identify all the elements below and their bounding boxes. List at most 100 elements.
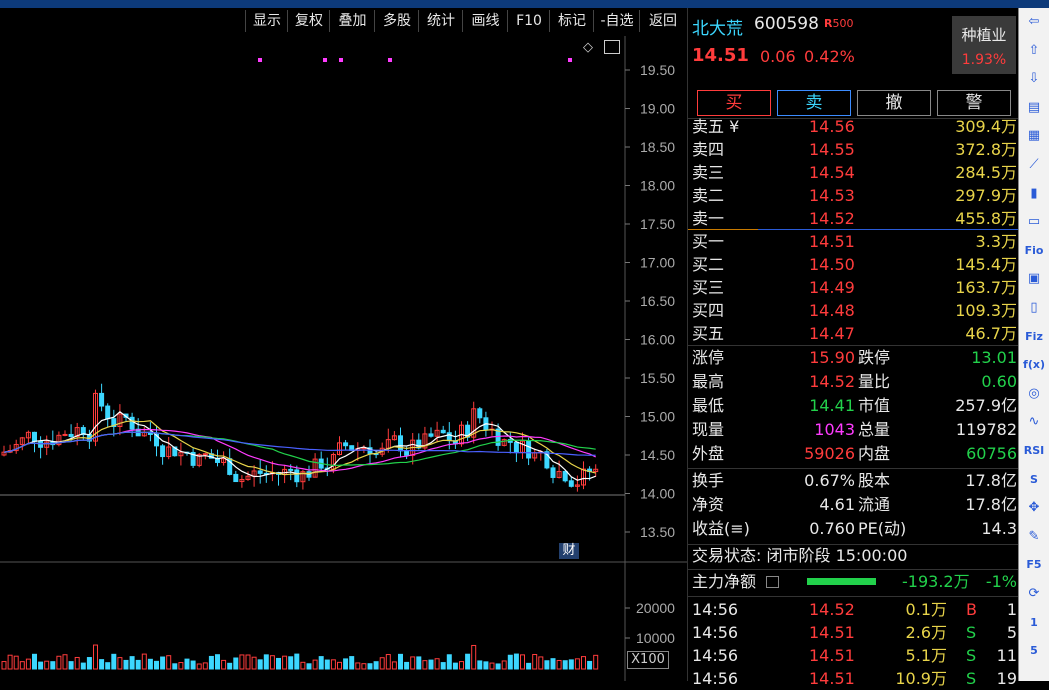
volume-bar <box>379 657 385 670</box>
menu-icon[interactable] <box>766 576 779 588</box>
orange-doc-icon[interactable]: ▯ <box>1023 298 1045 318</box>
stat-value: 14.41 <box>809 396 855 415</box>
fx-icon[interactable]: f(x) <box>1023 355 1045 375</box>
volume-bar <box>184 658 190 670</box>
finance-tag[interactable]: 财 <box>559 543 579 559</box>
arrow-left-icon[interactable]: ⇦ <box>1023 12 1045 32</box>
table-icon[interactable]: ▣ <box>1023 269 1045 289</box>
wave-icon[interactable]: ∿ <box>1023 412 1045 432</box>
volume-bar <box>562 660 568 670</box>
ask-price: 14.55 <box>809 140 855 159</box>
volume-bar <box>318 656 324 670</box>
stat-value: 119782 <box>955 420 1017 439</box>
ask-row[interactable]: 卖二 14.53 297.9万 <box>688 184 1019 207</box>
fundamental-row: 换手 0.67% 股本 17.8亿 <box>688 469 1019 492</box>
volume-bar <box>221 659 227 670</box>
ask-row[interactable]: 卖四 14.55 372.8万 <box>688 138 1019 161</box>
volume-bar <box>257 659 263 670</box>
volume-bar <box>532 654 538 670</box>
stat-label: 跌停 <box>858 348 891 367</box>
ask-row[interactable]: 卖一 14.52 455.8万 <box>688 207 1019 230</box>
volume-tick-label: 20000 <box>636 600 675 616</box>
tick-volume: 2.6万 <box>905 623 947 642</box>
ask-price: 14.53 <box>809 186 855 205</box>
volume-bar <box>282 655 288 670</box>
list-icon[interactable]: ▤ <box>1023 98 1045 118</box>
toolbar-f10-button[interactable]: F10 <box>507 10 550 32</box>
stock-code: 600598 <box>754 14 819 34</box>
volume-bar <box>129 656 135 670</box>
move-icon[interactable]: ✥ <box>1023 498 1045 518</box>
sector-box[interactable]: 种植业 1.93% <box>952 16 1016 74</box>
bid-label: 买二 <box>692 255 725 274</box>
bid-row[interactable]: 买二 14.50 145.4万 <box>688 253 1019 276</box>
bid-row[interactable]: 买三 14.49 163.7万 <box>688 276 1019 299</box>
arrow-down-icon[interactable]: ⇩ <box>1023 69 1045 89</box>
ask-row[interactable]: 卖三 14.54 284.5万 <box>688 161 1019 184</box>
volume-bar <box>294 653 300 670</box>
ask-row[interactable]: 卖五 ¥ 14.56 309.4万 <box>688 115 1019 138</box>
circle-icon[interactable]: ◎ <box>1023 384 1045 404</box>
buy-button[interactable]: 买 <box>697 90 771 116</box>
candle-icon[interactable]: ▮ <box>1023 184 1045 204</box>
s-icon[interactable]: S <box>1023 470 1045 490</box>
bid-row[interactable]: 买四 14.48 109.3万 <box>688 299 1019 322</box>
candle-body <box>562 470 568 482</box>
toolbar-rights-button[interactable]: 复权 <box>287 10 330 32</box>
grid-icon[interactable]: ▦ <box>1023 126 1045 146</box>
toolbar-mark-button[interactable]: 标记 <box>549 10 594 32</box>
alert-button[interactable]: 警 <box>937 90 1011 116</box>
tick-count: 19 <box>996 669 1017 688</box>
kline-svg[interactable]: 19.50 19.00 18.50 18.00 17.50 17.00 16.50 16.00… <box>0 36 687 681</box>
candle-body <box>513 441 519 453</box>
candle-body <box>202 453 208 456</box>
toolbar-overlay-button[interactable]: 叠加 <box>329 10 375 32</box>
stat-label: 涨停 <box>692 348 725 367</box>
toolbar-display-button[interactable]: 显示 <box>245 10 288 32</box>
price-tick-label: 16.50 <box>640 293 675 309</box>
bid-volume: 46.7万 <box>965 324 1017 343</box>
toolbar-add-watchlist-button[interactable]: -自选 <box>593 10 640 32</box>
tick-time: 14:56 <box>692 600 739 619</box>
volume-bar <box>105 662 111 670</box>
volume-bar <box>367 663 373 670</box>
tick-side: S <box>966 646 977 665</box>
refresh-icon[interactable]: ⟳ <box>1023 584 1045 604</box>
volume-bar <box>355 662 361 670</box>
toolbar-statistics-button[interactable]: 统计 <box>418 10 463 32</box>
trade-status: 交易状态: 闭市阶段 15:00:00 <box>692 546 908 565</box>
cancel-order-button[interactable]: 撤 <box>857 90 931 116</box>
one-icon[interactable]: 1 <box>1023 613 1045 633</box>
f12-icon[interactable]: Fiz <box>1023 327 1045 347</box>
price-tick-label: 13.50 <box>640 524 675 540</box>
toolbar-draw-line-button[interactable]: 画线 <box>462 10 508 32</box>
panel-toggle-icon[interactable] <box>604 40 620 54</box>
volume-bar <box>556 659 562 670</box>
kline-chart[interactable]: 19.50 19.00 18.50 18.00 17.50 17.00 16.50 16.00… <box>0 36 687 681</box>
document-icon[interactable]: ▭ <box>1023 212 1045 232</box>
stat-label: 市值 <box>858 396 891 415</box>
sell-button[interactable]: 卖 <box>777 90 851 116</box>
bid-row[interactable]: 买一 14.51 3.3万 <box>688 230 1019 253</box>
f10-icon[interactable]: Fio <box>1023 241 1045 261</box>
five-icon[interactable]: 5 <box>1023 641 1045 661</box>
ask-volume: 297.9万 <box>955 186 1017 205</box>
bid-row[interactable]: 买五 14.47 46.7万 <box>688 322 1019 345</box>
toolbar-back-button[interactable]: 返回 <box>639 10 686 32</box>
volume-bar <box>269 655 275 670</box>
volume-bar <box>251 656 257 670</box>
arrow-up-icon[interactable]: ⇧ <box>1023 41 1045 61</box>
tick-price: 14.52 <box>809 600 855 619</box>
toolbar-multi-stock-button[interactable]: 多股 <box>374 10 419 32</box>
f5-icon[interactable]: F5 <box>1023 555 1045 575</box>
ma10-line <box>3 420 596 476</box>
rsi-icon[interactable]: RSI <box>1023 441 1045 461</box>
pencil-icon[interactable]: ✎ <box>1023 527 1045 547</box>
fundamental-label: PE(动) <box>858 519 907 538</box>
stat-value: 257.9亿 <box>955 396 1017 415</box>
volume-bar <box>568 659 574 670</box>
diamond-icon[interactable]: ◇ <box>583 40 593 55</box>
price-tick-label: 15.50 <box>640 370 675 386</box>
candle-body <box>428 433 434 437</box>
line-chart-icon[interactable]: ⟋ <box>1023 155 1045 175</box>
